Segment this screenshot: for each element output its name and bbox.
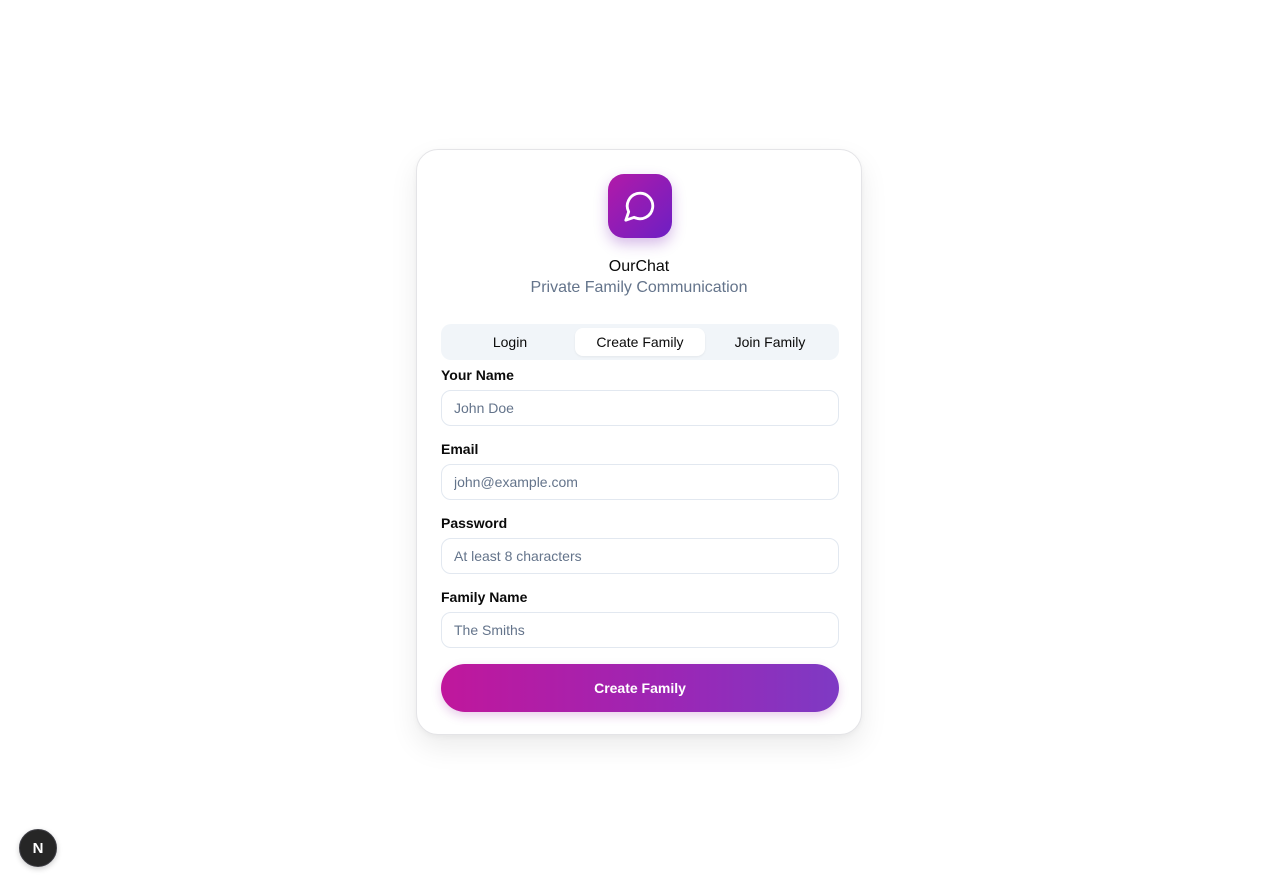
- chat-bubble-icon: [624, 191, 655, 222]
- password-input[interactable]: [441, 538, 839, 574]
- email-input[interactable]: [441, 464, 839, 500]
- name-label: Your Name: [441, 367, 514, 383]
- name-input[interactable]: [441, 390, 839, 426]
- dev-tools-badge[interactable]: N: [19, 829, 57, 867]
- app-title: OurChat: [608, 258, 670, 275]
- auth-tabs: Login Create Family Join Family: [441, 324, 839, 360]
- email-label: Email: [441, 441, 479, 457]
- tab-join-family[interactable]: Join Family: [705, 328, 835, 356]
- tab-login[interactable]: Login: [445, 328, 575, 356]
- app-logo: [608, 174, 672, 238]
- app-subtitle: Private Family Communication: [530, 279, 748, 296]
- next-logo-icon: N: [32, 839, 44, 857]
- tab-create-family[interactable]: Create Family: [575, 328, 705, 356]
- family-name-input[interactable]: [441, 612, 839, 648]
- password-label: Password: [441, 515, 508, 531]
- create-family-button[interactable]: Create Family: [441, 664, 839, 712]
- auth-card: OurChat Private Family Communication Log…: [416, 149, 862, 735]
- family-name-label: Family Name: [441, 589, 528, 605]
